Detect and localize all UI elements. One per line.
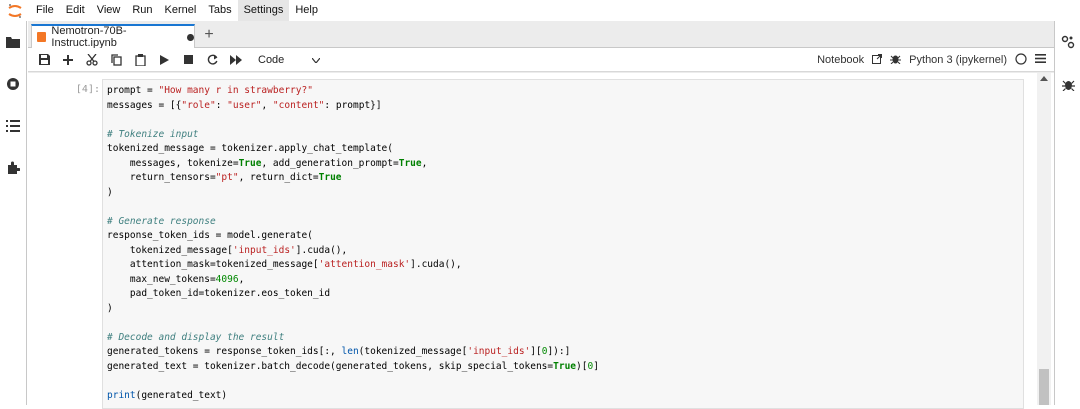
code-line[interactable]: prompt = "How many r in strawberry?": [107, 84, 599, 99]
menu-file[interactable]: File: [30, 0, 60, 21]
code-line[interactable]: max_new_tokens=4096,: [107, 273, 599, 288]
code-line[interactable]: tokenized_message = tokenizer.apply_chat…: [107, 142, 599, 157]
menu-icon[interactable]: [1035, 54, 1046, 66]
code-line[interactable]: tokenized_message['input_ids'].cuda(),: [107, 244, 599, 259]
code-line[interactable]: response_token_ids = model.generate(: [107, 229, 599, 244]
open-external-icon[interactable]: [872, 53, 883, 67]
code-text[interactable]: prompt = "How many r in strawberry?" mess…: [107, 84, 599, 403]
run-icon[interactable]: [152, 48, 176, 72]
notebook-icon: [37, 32, 47, 42]
cut-icon[interactable]: [80, 48, 104, 72]
menu-help[interactable]: Help: [289, 0, 324, 21]
restart-icon[interactable]: [200, 48, 224, 72]
code-line[interactable]: [107, 374, 599, 389]
code-line[interactable]: ): [107, 302, 599, 317]
menu-tabs[interactable]: Tabs: [202, 0, 237, 21]
menu-run[interactable]: Run: [126, 0, 158, 21]
scroll-thumb[interactable]: [1039, 369, 1049, 405]
property-inspector-icon[interactable]: [1055, 29, 1080, 55]
cell-type-dropdown[interactable]: Code: [254, 50, 324, 70]
code-line[interactable]: [107, 200, 599, 215]
scroll-up-arrow-icon[interactable]: [1040, 76, 1048, 81]
code-line[interactable]: generated_tokens = response_token_ids[:,…: [107, 345, 599, 360]
code-line[interactable]: # Tokenize input: [107, 128, 599, 143]
notebook-toolbar: Code Notebook Python 3 (ipykernel): [28, 48, 1054, 72]
execution-count: [4]:: [75, 84, 100, 95]
stop-icon[interactable]: [176, 48, 200, 72]
cell-type-label: Code: [258, 53, 285, 66]
kernel-name[interactable]: Python 3 (ipykernel): [909, 54, 1007, 66]
jupyter-logo-icon: [0, 0, 30, 21]
table-of-contents-icon[interactable]: [0, 113, 26, 139]
menu-edit[interactable]: Edit: [60, 0, 91, 21]
notebook-label[interactable]: Notebook: [817, 54, 864, 66]
paste-icon[interactable]: [128, 48, 152, 72]
kernel-status-icon: [1015, 52, 1027, 68]
code-line[interactable]: messages = [{"role": "user", "content": …: [107, 99, 599, 114]
code-line[interactable]: attention_mask=tokenized_message['attent…: [107, 258, 599, 273]
code-line[interactable]: [107, 316, 599, 331]
add-tab-button[interactable]: +: [199, 25, 219, 45]
menu-view[interactable]: View: [91, 0, 127, 21]
tab-bar: Nemotron-70B-Instruct.ipynb +: [28, 21, 1054, 49]
save-icon[interactable]: [32, 48, 56, 72]
chevron-down-icon: [311, 54, 321, 66]
running-sessions-icon[interactable]: [0, 71, 26, 97]
debugger-icon[interactable]: [890, 53, 902, 67]
menu-settings[interactable]: Settings: [237, 0, 290, 21]
left-sidebar: [0, 21, 27, 405]
menu-bar: File Edit View Run Kernel Tabs Settings Help: [0, 0, 1080, 21]
debugger-panel-icon[interactable]: [1055, 71, 1080, 97]
notebook-content: [4]: prompt = "How many r in strawberry?…: [28, 73, 1054, 409]
code-line[interactable]: ): [107, 186, 599, 201]
folder-icon[interactable]: [0, 29, 26, 55]
code-line[interactable]: generated_text = tokenizer.batch_decode(…: [107, 360, 599, 375]
code-line[interactable]: # Decode and display the result: [107, 331, 599, 346]
code-line[interactable]: print(generated_text): [107, 389, 599, 404]
code-line[interactable]: # Generate response: [107, 215, 599, 230]
vertical-scrollbar[interactable]: [1037, 73, 1051, 405]
notebook-tab[interactable]: Nemotron-70B-Instruct.ipynb: [31, 24, 195, 49]
menu-kernel[interactable]: Kernel: [159, 0, 203, 21]
code-line[interactable]: return_tensors="pt", return_dict=True: [107, 171, 599, 186]
unsaved-indicator-icon[interactable]: [187, 33, 194, 41]
copy-icon[interactable]: [104, 48, 128, 72]
code-line[interactable]: [107, 113, 599, 128]
code-cell-editor[interactable]: prompt = "How many r in strawberry?" mess…: [102, 79, 1024, 409]
toolbar-right: Notebook Python 3 (ipykernel): [817, 48, 1046, 72]
main-area: Nemotron-70B-Instruct.ipynb + Code Noteb…: [28, 21, 1054, 409]
code-line[interactable]: messages, tokenize=True, add_generation_…: [107, 157, 599, 172]
right-sidebar: [1054, 21, 1080, 405]
insert-cell-icon[interactable]: [56, 48, 80, 72]
restart-run-all-icon[interactable]: [224, 48, 248, 72]
extension-manager-icon[interactable]: [0, 155, 26, 181]
tab-title: Nemotron-70B-Instruct.ipynb: [51, 25, 127, 49]
code-line[interactable]: pad_token_id=tokenizer.eos_token_id: [107, 287, 599, 302]
